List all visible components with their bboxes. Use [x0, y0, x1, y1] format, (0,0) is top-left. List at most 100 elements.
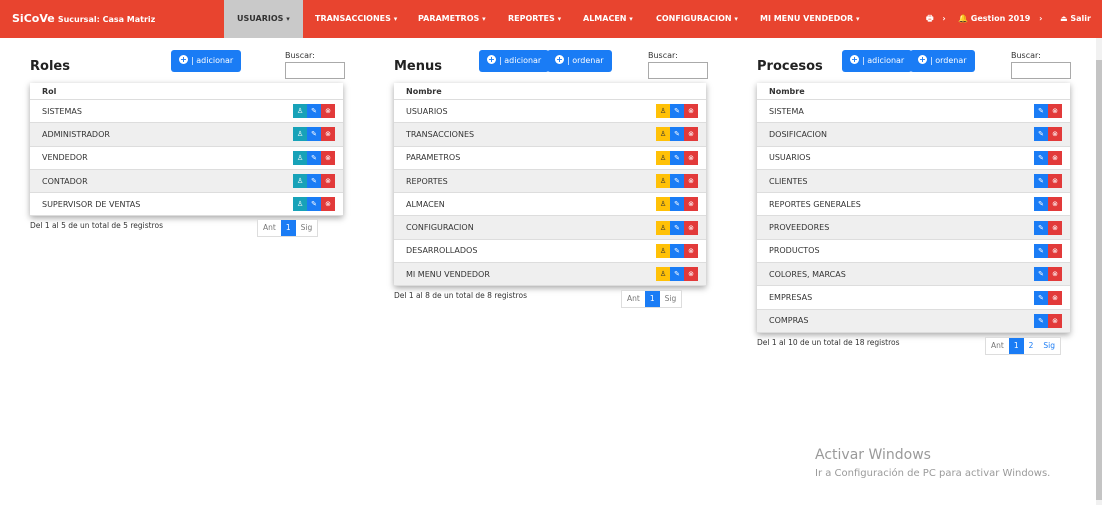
prev-page-button[interactable]: Ant: [258, 220, 281, 236]
delete-icon[interactable]: ⊗: [1048, 104, 1062, 119]
edit-icon[interactable]: ✎: [307, 127, 321, 142]
edit-icon[interactable]: ✎: [670, 243, 684, 258]
brand-name[interactable]: SiCoVe: [12, 12, 55, 25]
gestion-menu[interactable]: 🔔 Gestion 2019 ›: [958, 0, 1042, 38]
procesos-search-input[interactable]: [1011, 62, 1071, 79]
delete-icon[interactable]: ⊗: [1048, 220, 1062, 235]
delete-icon[interactable]: ⊗: [1048, 290, 1062, 305]
menus-add-button[interactable]: + | adicionar: [479, 50, 550, 72]
edit-icon[interactable]: ✎: [670, 220, 684, 235]
row-label: PARAMETROS: [406, 153, 461, 163]
page-1-button[interactable]: 1: [1008, 338, 1024, 354]
assign-icon[interactable]: ♙: [656, 243, 670, 258]
edit-icon[interactable]: ✎: [1034, 104, 1048, 119]
assign-icon[interactable]: ♙: [293, 127, 307, 142]
edit-icon[interactable]: ✎: [307, 197, 321, 212]
menus-search-input[interactable]: [648, 62, 708, 79]
scrollbar-thumb[interactable]: [1096, 60, 1102, 500]
edit-icon[interactable]: ✎: [670, 127, 684, 142]
edit-icon[interactable]: ✎: [670, 174, 684, 189]
prev-page-button[interactable]: Ant: [986, 338, 1009, 354]
row-label: PRODUCTOS: [769, 246, 820, 256]
delete-icon[interactable]: ⊗: [684, 267, 698, 282]
delete-icon[interactable]: ⊗: [684, 150, 698, 165]
procesos-add-button[interactable]: + | adicionar: [842, 50, 913, 72]
page-1-button[interactable]: 1: [280, 220, 296, 236]
assign-icon[interactable]: ♙: [293, 104, 307, 119]
edit-icon[interactable]: ✎: [1034, 150, 1048, 165]
assign-icon[interactable]: ♙: [656, 104, 670, 119]
edit-icon[interactable]: ✎: [1034, 313, 1048, 328]
caret-down-icon: ▾: [855, 15, 860, 23]
procesos-order-button[interactable]: + | ordenar: [910, 50, 975, 72]
delete-icon[interactable]: ⊗: [1048, 267, 1062, 282]
assign-icon[interactable]: ♙: [293, 197, 307, 212]
page-1-button[interactable]: 1: [644, 291, 660, 307]
delete-icon[interactable]: ⊗: [1048, 197, 1062, 212]
table-row: PRODUCTOS ✎ ⊗: [757, 240, 1070, 264]
delete-icon[interactable]: ⊗: [1048, 150, 1062, 165]
edit-icon[interactable]: ✎: [670, 267, 684, 282]
menus-order-button[interactable]: + | ordenar: [547, 50, 612, 72]
delete-icon[interactable]: ⊗: [684, 104, 698, 119]
delete-icon[interactable]: ⊗: [1048, 174, 1062, 189]
nav-menu-usuarios[interactable]: USUARIOS ▾: [224, 0, 303, 38]
edit-icon[interactable]: ✎: [1034, 197, 1048, 212]
assign-icon[interactable]: ♙: [656, 127, 670, 142]
edit-icon[interactable]: ✎: [307, 104, 321, 119]
edit-icon[interactable]: ✎: [307, 150, 321, 165]
brand[interactable]: SiCoVe Sucursal: Casa Matriz: [12, 12, 155, 25]
delete-icon[interactable]: ⊗: [1048, 243, 1062, 258]
roles-add-button[interactable]: + | adicionar: [171, 50, 242, 72]
nav-menu-configuracion[interactable]: CONFIGURACION ▾: [656, 0, 738, 38]
edit-icon[interactable]: ✎: [670, 150, 684, 165]
nav-menu-parametros[interactable]: PARAMETROS ▾: [418, 0, 486, 38]
nav-menu-almacen[interactable]: ALMACEN ▾: [583, 0, 633, 38]
assign-icon[interactable]: ♙: [293, 174, 307, 189]
nav-menu-vendedor[interactable]: MI MENU VENDEDOR ▾: [760, 0, 860, 38]
assign-icon[interactable]: ♙: [293, 150, 307, 165]
table-row: SISTEMA ✎ ⊗: [757, 100, 1070, 124]
edit-icon[interactable]: ✎: [670, 197, 684, 212]
edit-icon[interactable]: ✎: [1034, 267, 1048, 282]
edit-icon[interactable]: ✎: [1034, 174, 1048, 189]
prev-page-button[interactable]: Ant: [622, 291, 645, 307]
delete-icon[interactable]: ⊗: [321, 174, 335, 189]
roles-table: Rol SISTEMAS ♙ ✎ ⊗ ADMINISTRADOR ♙ ✎ ⊗ VENDEDO…: [30, 83, 343, 217]
delete-icon[interactable]: ⊗: [321, 197, 335, 212]
next-page-button[interactable]: Sig: [296, 220, 318, 236]
assign-icon[interactable]: ♙: [656, 220, 670, 235]
roles-search-input[interactable]: [285, 62, 345, 79]
assign-icon[interactable]: ♙: [656, 267, 670, 282]
assign-icon[interactable]: ♙: [656, 150, 670, 165]
assign-icon[interactable]: ♙: [656, 197, 670, 212]
delete-icon[interactable]: ⊗: [684, 220, 698, 235]
row-label: ADMINISTRADOR: [42, 129, 110, 139]
delete-icon[interactable]: ⊗: [321, 127, 335, 142]
delete-icon[interactable]: ⊗: [684, 197, 698, 212]
delete-icon[interactable]: ⊗: [684, 243, 698, 258]
delete-icon[interactable]: ⊗: [321, 104, 335, 119]
delete-icon[interactable]: ⊗: [1048, 127, 1062, 142]
table-row: PARAMETROS ♙ ✎ ⊗: [394, 147, 706, 170]
nav-menu-reportes[interactable]: REPORTES ▾: [508, 0, 561, 38]
logout-link[interactable]: ⏏ Salir: [1060, 0, 1091, 38]
delete-icon[interactable]: ⊗: [684, 127, 698, 142]
delete-icon[interactable]: ⊗: [1048, 313, 1062, 328]
next-page-button[interactable]: Sig: [1038, 338, 1060, 354]
next-page-button[interactable]: Sig: [660, 291, 682, 307]
edit-icon[interactable]: ✎: [670, 104, 684, 119]
edit-icon[interactable]: ✎: [1034, 127, 1048, 142]
page-2-button[interactable]: 2: [1024, 338, 1039, 354]
assign-icon[interactable]: ♙: [656, 174, 670, 189]
delete-icon[interactable]: ⊗: [684, 174, 698, 189]
edit-icon[interactable]: ✎: [1034, 290, 1048, 305]
edit-icon[interactable]: ✎: [1034, 243, 1048, 258]
delete-icon[interactable]: ⊗: [321, 150, 335, 165]
row-actions: ♙ ✎ ⊗: [656, 127, 698, 142]
page-scrollbar[interactable]: [1096, 38, 1102, 505]
edit-icon[interactable]: ✎: [1034, 220, 1048, 235]
edit-icon[interactable]: ✎: [307, 174, 321, 189]
printer-menu[interactable]: 🖶 ›: [926, 0, 946, 38]
nav-menu-transacciones[interactable]: TRANSACCIONES ▾: [315, 0, 397, 38]
